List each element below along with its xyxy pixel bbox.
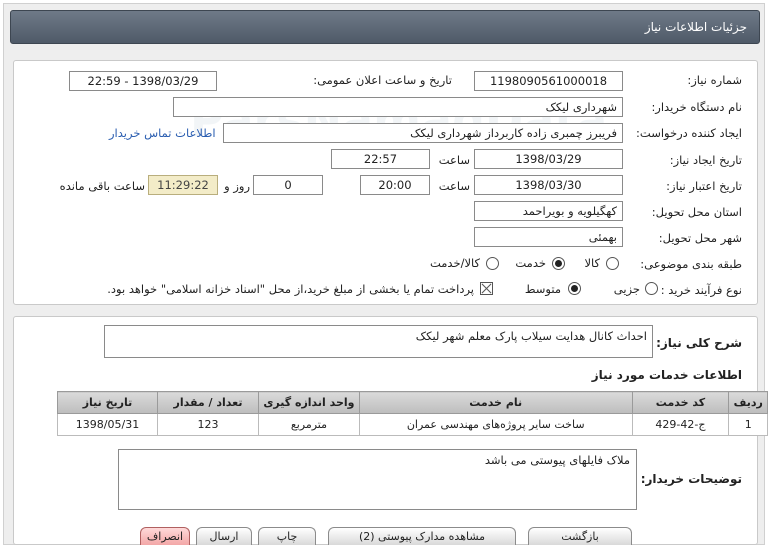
buyer-notes-field: ملاک فایلهای پیوستی می باشد	[118, 449, 637, 510]
created-date-label: تاریخ ایجاد نیاز:	[669, 153, 742, 167]
requester-field: فریبرز چمبری زاده کاربرداز شهرداری لیکک	[223, 123, 623, 143]
process-minor-radio[interactable]	[645, 282, 658, 295]
title-bar: جزئیات اطلاعات نیاز	[10, 10, 760, 44]
summary-field: احداث کانال هدایت سیلاب پارک معلم شهر لی…	[104, 325, 653, 358]
created-time-field: 22:57	[331, 149, 430, 169]
days-label: روز و	[224, 179, 250, 193]
view-attachments-button[interactable]: مشاهده مدارک پیوستی (2)	[328, 527, 516, 545]
validity-date-field: 1398/03/30	[474, 175, 623, 195]
city-label: شهر محل تحویل:	[658, 231, 742, 245]
services-section-title: اطلاعات خدمات مورد نیاز	[591, 368, 742, 382]
days-remaining-field: 0	[253, 175, 323, 195]
validity-label: تاریخ اعتبار نیاز:	[666, 179, 742, 193]
need-number-label: شماره نیاز:	[687, 73, 742, 87]
province-label: استان محل تحویل:	[651, 205, 742, 219]
services-table: ردیف کد خدمت نام خدمت واحد اندازه گیری ت…	[57, 391, 768, 436]
category-goods-service-label: کالا/خدمت	[429, 256, 480, 270]
province-field: کهگیلویه و بویراحمد	[474, 201, 623, 221]
process-minor-label: جزیی	[613, 282, 640, 296]
category-service-radio[interactable]	[552, 257, 565, 270]
col-header-unit: واحد اندازه گیری	[257, 391, 360, 414]
table-row: 1 ج-42-429 ساخت سایر پروژه‌های مهندسی عم…	[57, 413, 768, 436]
cell-row-number: 1	[728, 413, 768, 436]
col-header-row: ردیف	[728, 391, 768, 414]
buyer-notes-label: توضیحات خریدار:	[640, 472, 742, 486]
process-medium-radio[interactable]	[568, 282, 581, 295]
treasury-payment-checkbox[interactable]	[480, 282, 493, 295]
cancel-button[interactable]: انصراف	[140, 527, 190, 545]
category-goods-label: کالا	[584, 256, 600, 270]
category-service-label: خدمت	[515, 256, 546, 270]
col-header-code: کد خدمت	[631, 391, 730, 414]
summary-label: شرح کلی نیاز:	[656, 336, 742, 350]
created-time-label: ساعت	[438, 153, 470, 167]
requester-label: ایجاد کننده درخواست:	[636, 126, 742, 140]
category-label: طبقه بندی موضوعی:	[640, 257, 742, 271]
announce-label: تاریخ و ساعت اعلان عمومی:	[313, 73, 452, 87]
page-title: جزئیات اطلاعات نیاز	[644, 20, 747, 34]
print-button[interactable]: چاپ	[258, 527, 316, 545]
col-header-qty: تعداد / مقدار	[157, 391, 259, 414]
buyer-contact-link[interactable]: اطلاعات تماس خریدار	[109, 126, 216, 140]
cell-service-code: ج-42-429	[631, 413, 730, 436]
buyer-org-label: نام دستگاه خریدار:	[651, 100, 742, 114]
process-label: نوع فرآیند خرید :	[660, 283, 742, 297]
remaining-time-field: 11:29:22	[148, 175, 218, 195]
col-header-name: نام خدمت	[358, 391, 633, 414]
validity-time-field: 20:00	[360, 175, 430, 195]
cell-unit: مترمربع	[257, 413, 360, 436]
city-field: بهمئی	[474, 227, 623, 247]
category-goods-radio[interactable]	[606, 257, 619, 270]
buyer-org-field: شهرداری لیکک	[173, 97, 623, 117]
process-medium-label: متوسط	[524, 282, 561, 296]
send-button[interactable]: ارسال	[196, 527, 252, 545]
back-button[interactable]: بازگشت	[528, 527, 632, 545]
validity-time-label: ساعت	[438, 179, 470, 193]
cell-service-name: ساخت سایر پروژه‌های مهندسی عمران	[358, 413, 633, 436]
treasury-payment-note: پرداخت تمام یا بخشی از مبلغ خرید،از محل …	[107, 282, 474, 296]
need-number-field: 1198090561000018	[474, 71, 623, 91]
cell-need-date: 1398/05/31	[57, 413, 158, 436]
category-goods-service-radio[interactable]	[486, 257, 499, 270]
remaining-label: ساعت باقی مانده	[59, 179, 145, 193]
announce-datetime-field: 1398/03/29 - 22:59	[69, 71, 217, 91]
col-header-date: تاریخ نیاز	[57, 391, 158, 414]
created-date-field: 1398/03/29	[474, 149, 623, 169]
cell-quantity: 123	[157, 413, 259, 436]
